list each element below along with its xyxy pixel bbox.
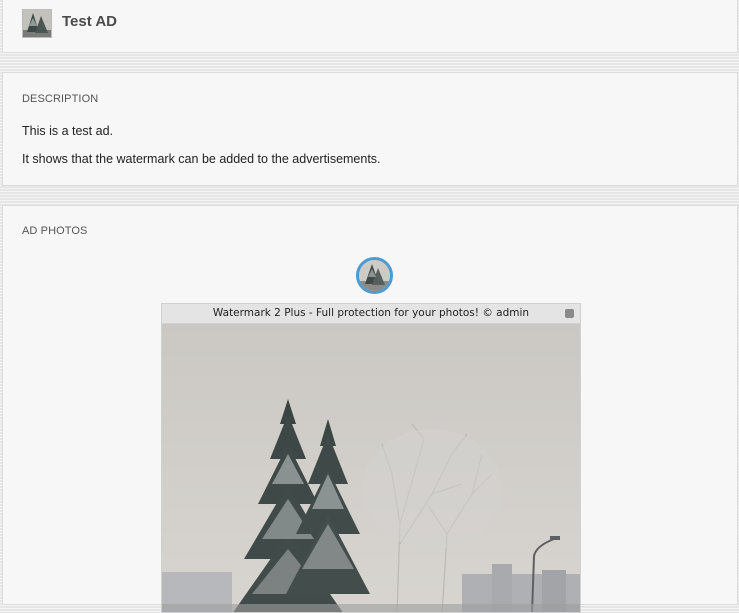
watermark-banner: Watermark 2 Plus - Full protection for y… <box>162 304 580 324</box>
watermark-text: Watermark 2 Plus - Full protection for y… <box>212 307 530 319</box>
ad-photo[interactable]: Watermark 2 Plus - Full protection for y… <box>161 303 581 613</box>
ad-header: Test AD <box>2 0 738 53</box>
watermark-close-icon <box>565 309 574 318</box>
description-label: DESCRIPTION <box>22 93 99 105</box>
winter-trees-photo <box>162 324 580 612</box>
description-section: DESCRIPTION This is a test ad. It shows … <box>2 72 738 186</box>
photo-thumbnail-selector[interactable] <box>356 257 393 294</box>
ad-photos-label: AD PHOTOS <box>22 225 88 237</box>
ad-photos-section: AD PHOTOS Watermark 2 Plus - Full protec… <box>2 205 738 613</box>
description-line: It shows that the watermark can be added… <box>22 152 381 166</box>
description-line: This is a test ad. <box>22 124 114 138</box>
ad-title: Test AD <box>62 13 118 30</box>
ad-thumbnail[interactable] <box>22 9 52 38</box>
